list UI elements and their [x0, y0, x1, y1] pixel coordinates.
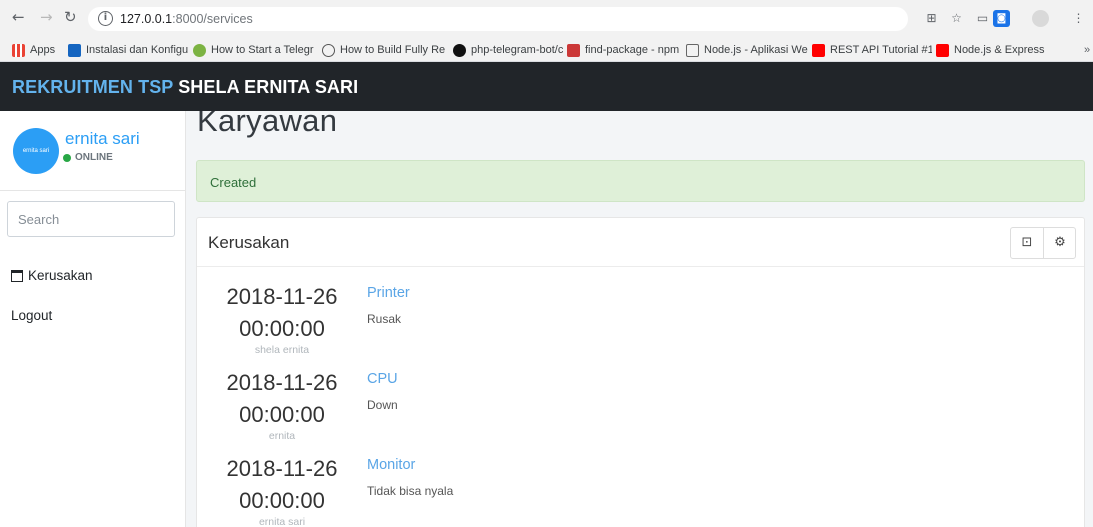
app-header: REKRUITMEN TSP SHELA ERNITA SARI	[0, 62, 1093, 111]
apps-grid-icon	[12, 43, 25, 57]
user-name: ernita sari	[65, 129, 140, 148]
entry-title[interactable]: CPU	[367, 371, 398, 387]
page-title: Karyawan	[197, 111, 338, 138]
bookmark-label: How to Build Fully Re	[340, 44, 446, 56]
entry-user: ernita sari	[258, 516, 306, 527]
url-host: 127.0.0.1	[120, 12, 173, 26]
youtube-icon	[812, 43, 825, 57]
bookmark-item[interactable]: Node.js & Express Fr	[936, 42, 1048, 58]
npm-icon	[567, 43, 580, 57]
url-text: 127.0.0.1:8000/services	[120, 12, 253, 26]
forward-icon[interactable]: →	[40, 8, 53, 26]
browser-toolbar: ← → ↻ i 127.0.0.1:8000/services ⊞ ☆ ▭ ◙ …	[0, 0, 1093, 38]
entry-description: Tidak bisa nyala	[367, 484, 454, 498]
sidebar-item-label: Kerusakan	[28, 268, 93, 283]
url-path: :8000/services	[172, 12, 253, 26]
main-content: Karyawan Created Kerusakan ⊡ ⚙ 2018-11-2…	[186, 111, 1093, 527]
bookmark-label: Instalasi dan Konfigu	[86, 44, 189, 56]
bookmark-item[interactable]: Node.js - Aplikasi We	[686, 42, 811, 58]
entry-title[interactable]: Printer	[367, 285, 410, 301]
star-icon[interactable]: ☆	[948, 10, 965, 27]
entry-user: shela ernita	[254, 344, 310, 356]
card-title: Kerusakan	[208, 233, 290, 252]
menu-icon[interactable]: ⋮	[1070, 10, 1087, 27]
kerusakan-card: Kerusakan ⊡ ⚙ 2018-11-26 00:00:00 shela …	[196, 217, 1085, 527]
settings-icon[interactable]: ⚙	[1044, 228, 1076, 258]
bookmarks-bar: Apps Instalasi dan Konfigu How to Start …	[0, 38, 1093, 62]
bookmark-item[interactable]: How to Build Fully Re	[322, 42, 452, 58]
entry-user: ernita	[268, 430, 296, 442]
youtube-icon	[936, 43, 949, 57]
github-icon	[453, 43, 466, 57]
status-badge: ONLINE	[63, 152, 113, 163]
entry-description: Rusak	[367, 312, 402, 326]
bookmark-label: REST API Tutorial #1	[830, 44, 932, 56]
status-text: ONLINE	[75, 152, 113, 163]
card-tools: ⊡ ⚙	[1010, 227, 1076, 259]
bookmark-item[interactable]: How to Start a Telegr	[193, 42, 318, 58]
bookmark-label: Apps	[30, 44, 56, 56]
online-dot-icon	[63, 153, 71, 162]
brand-title[interactable]: REKRUITMEN TSP SHELA ERNITA SARI	[12, 77, 358, 98]
reload-icon[interactable]: ↻	[64, 8, 77, 26]
translate-icon[interactable]: ⊞	[923, 10, 940, 27]
bookmark-label: How to Start a Telegr	[211, 44, 314, 56]
list-item[interactable]: 2018-11-26 00:00:00 ernita CPU Down	[197, 370, 797, 458]
bookmark-favicon	[68, 43, 81, 57]
entry-date: 2018-11-26	[226, 456, 338, 481]
address-bar[interactable]: i 127.0.0.1:8000/services	[88, 7, 908, 31]
calendar-icon	[11, 269, 23, 282]
brand-name: SHELA ERNITA SARI	[173, 77, 359, 97]
success-alert: Created	[196, 160, 1085, 202]
bookmark-favicon	[193, 43, 206, 57]
book-icon	[686, 43, 699, 57]
sidebar-item-label: Logout	[11, 308, 53, 323]
brand-prefix: REKRUITMEN TSP	[12, 77, 174, 97]
entry-time: 00:00:00	[239, 488, 325, 513]
bookmark-label: php-telegram-bot/co	[471, 44, 563, 56]
entry-time: 00:00:00	[239, 316, 325, 341]
search-input[interactable]	[7, 201, 175, 237]
sidebar-item-kerusakan[interactable]: Kerusakan	[11, 268, 93, 283]
sidebar: ernita sari ernita sari ONLINE Kerusakan…	[0, 111, 186, 527]
divider	[0, 190, 185, 191]
back-icon[interactable]: ←	[12, 8, 25, 26]
list-item[interactable]: 2018-11-26 00:00:00 ernita sari Monitor …	[197, 456, 797, 527]
profile-icon[interactable]	[1032, 10, 1049, 27]
entry-time: 00:00:00	[239, 402, 325, 427]
bookmark-item[interactable]: Instalasi dan Konfigu	[68, 42, 193, 58]
extension-icon[interactable]: ▭	[974, 10, 991, 27]
bookmark-apps[interactable]: Apps	[12, 42, 60, 58]
bookmark-item[interactable]: find-package - npm	[567, 42, 682, 58]
bookmark-label: Node.js - Aplikasi We	[704, 44, 808, 56]
avatar: ernita sari	[13, 128, 59, 174]
entry-title[interactable]: Monitor	[367, 457, 415, 473]
entry-date: 2018-11-26	[226, 370, 338, 395]
more-bookmarks-icon[interactable]: »	[1084, 42, 1090, 58]
sidebar-item-logout[interactable]: Logout	[11, 308, 52, 323]
collapse-icon[interactable]: ⊡	[1011, 228, 1043, 258]
bookmark-item[interactable]: REST API Tutorial #1	[812, 42, 932, 58]
bookmark-favicon	[322, 43, 335, 57]
entry-date: 2018-11-26	[226, 284, 338, 309]
card-header: Kerusakan ⊡ ⚙	[197, 218, 1084, 267]
extension-pink-icon[interactable]: ◙	[993, 10, 1010, 27]
bookmark-item[interactable]: php-telegram-bot/co	[453, 42, 563, 58]
entry-description: Down	[367, 398, 398, 412]
list-item[interactable]: 2018-11-26 00:00:00 shela ernita Printer…	[197, 284, 797, 372]
bookmark-label: Node.js & Express Fr	[954, 44, 1048, 56]
info-icon[interactable]: i	[98, 11, 113, 26]
bookmark-label: find-package - npm	[585, 44, 680, 56]
